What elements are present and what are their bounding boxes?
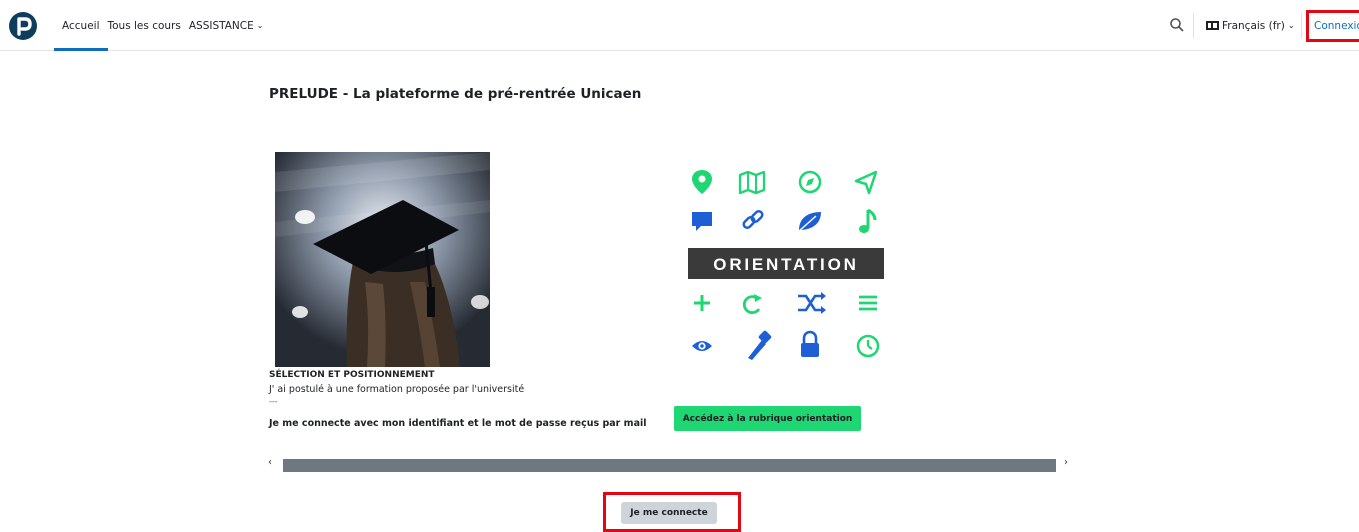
chevron-down-icon: ⌄: [256, 21, 264, 30]
card-caption-separator: ---: [269, 397, 278, 406]
language-menu[interactable]: Français (fr) ⌄: [1206, 0, 1295, 51]
orientation-banner-text: ORIENTATION: [713, 255, 858, 274]
graduation-photo: [275, 152, 490, 367]
page-title: PRELUDE - La plateforme de pré-rentrée U…: [269, 86, 642, 102]
lock-icon: [801, 330, 819, 357]
login-label: Connexion: [1314, 20, 1359, 32]
nav-item-label: Accueil: [62, 19, 100, 32]
nav-item-accueil[interactable]: Accueil: [54, 0, 107, 51]
clock-icon: [856, 334, 880, 358]
orientation-graphic: ORIENTATION: [688, 168, 884, 364]
top-navbar: Accueil Tous les cours ASSISTANCE ⌄ Fran…: [0, 0, 1359, 51]
plus-icon: [694, 295, 710, 311]
map-icon: [738, 170, 766, 195]
flashlight-icon: [748, 330, 772, 360]
link-icon: [742, 209, 764, 230]
compass-icon: [798, 170, 822, 194]
search-icon[interactable]: [1168, 16, 1186, 34]
refresh-icon: [742, 294, 762, 314]
menu-lines-icon: [859, 295, 877, 311]
map-pin-icon: [692, 170, 712, 194]
navbar-divider: [1301, 13, 1302, 38]
logo-icon[interactable]: [9, 12, 37, 40]
nav-item-label: ASSISTANCE: [188, 19, 254, 32]
carousel-next-button[interactable]: ›: [1064, 457, 1068, 468]
nav-item-tous-les-cours[interactable]: Tous les cours: [108, 0, 181, 51]
shuffle-icon: [798, 292, 826, 314]
orientation-section-button[interactable]: Accédez à la rubrique orientation: [674, 406, 861, 431]
nav-item-assistance[interactable]: ASSISTANCE ⌄: [189, 0, 264, 51]
connect-button[interactable]: Je me connecte: [621, 502, 717, 524]
card-caption-title: SÉLECTION ET POSITIONNEMENT: [269, 370, 435, 380]
eye-icon: [692, 341, 712, 351]
chat-bubble-icon: [692, 212, 712, 231]
leaf-icon: [797, 212, 821, 233]
navigation-arrow-icon: [854, 170, 878, 195]
language-icon: [1206, 21, 1219, 30]
language-label: Français (fr): [1222, 19, 1285, 32]
chevron-down-icon: ⌄: [1287, 21, 1295, 30]
graduation-cap-illustration: [275, 152, 490, 367]
primary-navigation: Accueil Tous les cours ASSISTANCE ⌄: [54, 0, 264, 51]
card-caption-instruction: Je me connecte avec mon identifiant et l…: [269, 418, 647, 429]
login-link[interactable]: Connexion: [1306, 10, 1359, 42]
carousel-scrollbar[interactable]: [283, 459, 1056, 472]
card-caption-text: J' ai postulé à une formation proposée p…: [269, 384, 525, 395]
nav-item-label: Tous les cours: [107, 19, 181, 32]
carousel-prev-button[interactable]: ‹: [268, 457, 272, 468]
navbar-divider: [1193, 13, 1194, 38]
music-note-icon: [859, 208, 877, 233]
